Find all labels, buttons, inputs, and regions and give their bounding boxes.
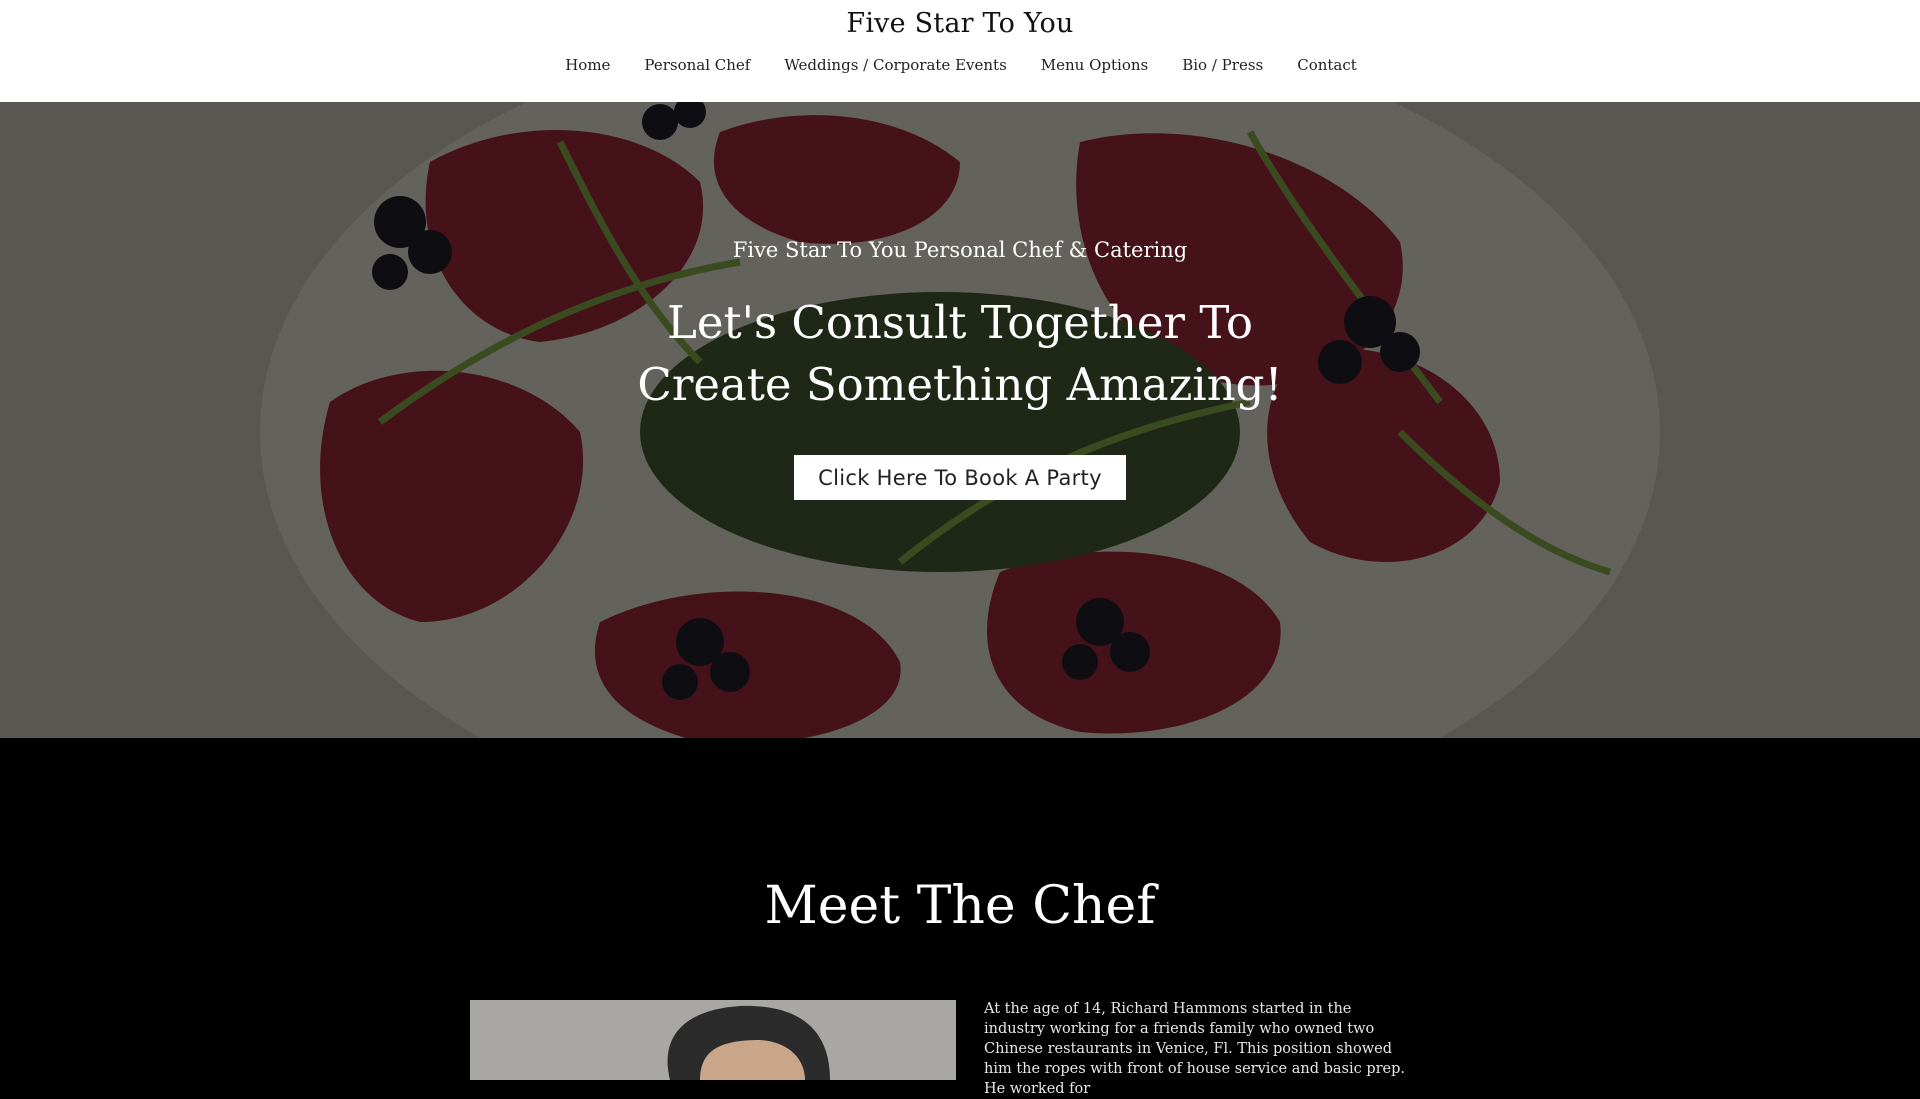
hero-title-line-2: Create Something Amazing!: [637, 358, 1283, 411]
nav-menu-options[interactable]: Menu Options: [1041, 56, 1148, 74]
nav-weddings-corporate[interactable]: Weddings / Corporate Events: [784, 56, 1006, 74]
hero-title-line-1: Let's Consult Together To: [667, 296, 1253, 349]
hero-subtitle: Five Star To You Personal Chef & Caterin…: [732, 238, 1188, 262]
site-title[interactable]: Five Star To You: [0, 8, 1920, 39]
nav-personal-chef[interactable]: Personal Chef: [644, 56, 750, 74]
chef-photo: [470, 1000, 956, 1080]
nav-contact[interactable]: Contact: [1297, 56, 1357, 74]
hero-overlay: [0, 102, 1920, 738]
main-nav: Home Personal Chef Weddings / Corporate …: [0, 56, 1920, 74]
hero-title: Let's Consult Together To Create Somethi…: [0, 292, 1920, 416]
chef-photo-image: [470, 1000, 956, 1080]
meet-the-chef-heading: Meet The Chef: [764, 876, 1156, 936]
hero-section: Five Star To You Personal Chef & Caterin…: [0, 102, 1920, 738]
nav-home[interactable]: Home: [565, 56, 610, 74]
nav-bio-press[interactable]: Bio / Press: [1182, 56, 1263, 74]
site-header: Five Star To You Home Personal Chef Wedd…: [0, 0, 1920, 102]
chef-bio: At the age of 14, Richard Hammons starte…: [984, 1001, 1406, 1097]
book-party-button[interactable]: Click Here To Book A Party: [794, 455, 1126, 500]
